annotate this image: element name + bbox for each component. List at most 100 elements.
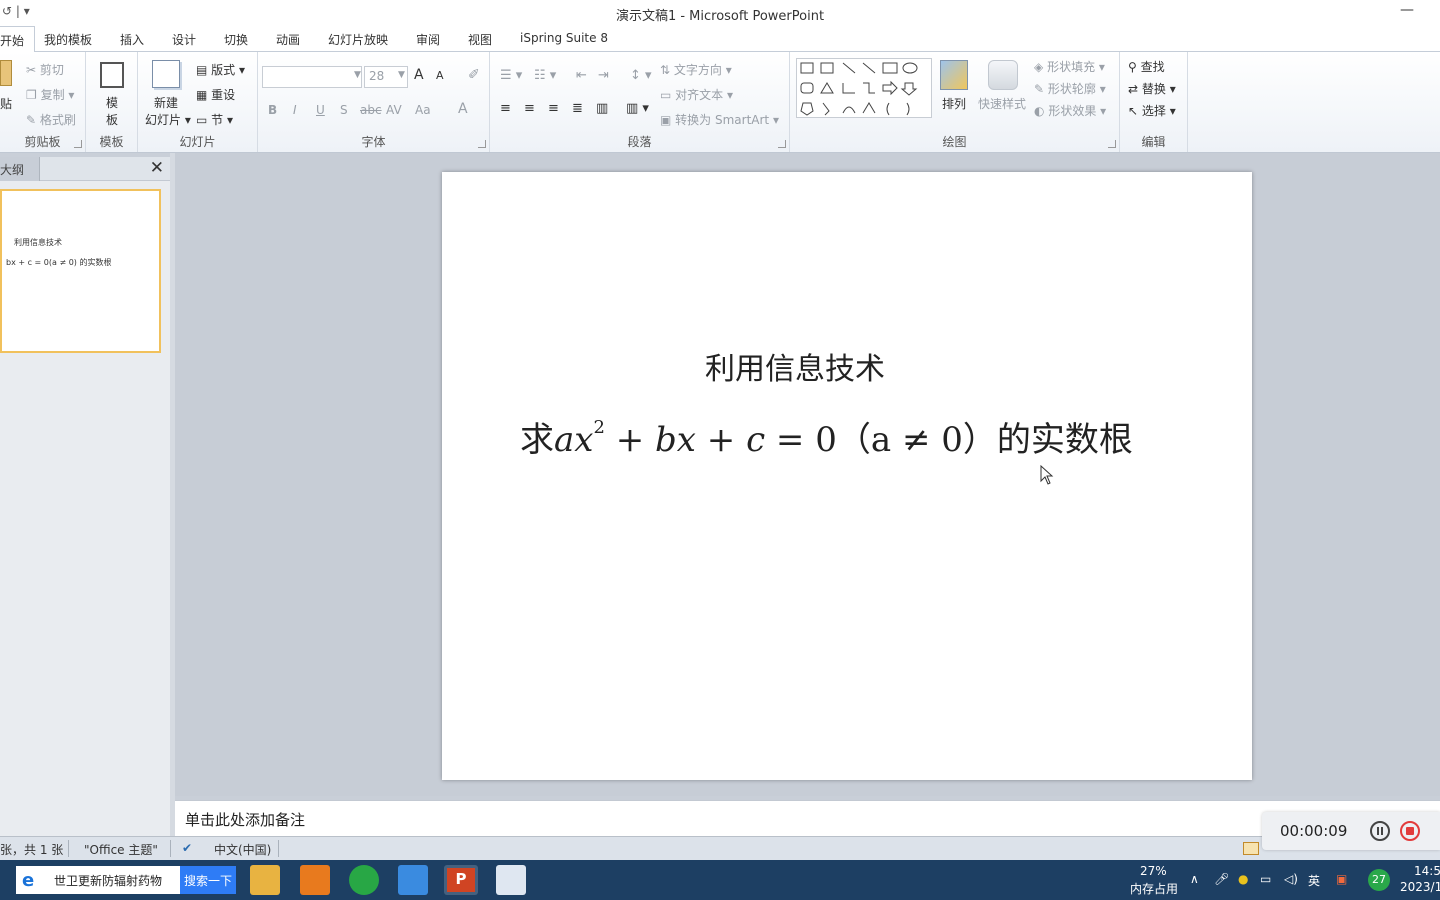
browser-icon[interactable] — [349, 865, 379, 895]
bullets-icon[interactable]: ☰ ▾ — [500, 68, 522, 83]
security-icon[interactable]: ● — [1238, 872, 1248, 886]
group-paragraph: ☰ ▾ ☷ ▾ ⇤ ⇥ ↕ ▾ ⇅ 文字方向 ▾ ▭ 对齐文本 ▾ ▣ 转换为 … — [490, 52, 790, 152]
group-label: 幻灯片 — [179, 135, 216, 149]
brush-icon: ✎ — [26, 113, 37, 127]
shrink-font-button[interactable]: A — [436, 69, 444, 82]
document-icon[interactable] — [496, 865, 526, 895]
reset-button[interactable]: ▦ 重设 — [196, 86, 235, 103]
clipboard-launcher[interactable] — [74, 140, 82, 148]
chevron-up-icon[interactable]: ∧ — [1190, 872, 1199, 886]
stop-record-icon[interactable] — [1400, 821, 1420, 841]
volume-icon[interactable]: ◁) — [1284, 872, 1298, 886]
replace-button[interactable]: ⇄ 替换 ▾ — [1128, 80, 1176, 97]
app-store-icon[interactable] — [300, 865, 330, 895]
microphone-icon[interactable]: 🎤︎ — [1214, 872, 1229, 886]
align-text-button[interactable]: ▭ 对齐文本 ▾ — [660, 86, 733, 103]
shadow-button[interactable]: S — [340, 103, 348, 117]
font-size-value: 28 — [369, 69, 385, 83]
shape-fill-button[interactable]: ◈ 形状填充 ▾ — [1034, 58, 1105, 75]
copy-button[interactable]: ❐ 复制 ▾ — [26, 86, 74, 103]
numbering-icon[interactable]: ☷ ▾ — [534, 68, 556, 83]
distributed-icon[interactable]: ▥ — [596, 101, 608, 116]
tab-design[interactable]: 设计 — [172, 31, 196, 48]
normal-view-icon[interactable] — [1243, 842, 1259, 855]
notes-pane[interactable]: 单击此处添加备注 — [175, 800, 1440, 836]
justify-icon[interactable]: ≣ — [572, 101, 583, 116]
quick-styles-button[interactable]: 快速样式 — [978, 95, 1026, 112]
grow-font-button[interactable]: A — [414, 67, 424, 83]
network-icon[interactable]: ▭ — [1260, 872, 1271, 886]
drawing-launcher[interactable] — [1108, 140, 1116, 148]
close-icon[interactable]: ✕ — [150, 158, 164, 178]
theme-name[interactable]: "Office 主题" — [84, 841, 158, 858]
smartart-button[interactable]: ▣ 转换为 SmartArt ▾ — [660, 111, 779, 128]
search-input[interactable]: 世卫更新防辐射药物 — [54, 872, 162, 889]
font-name-select[interactable] — [262, 66, 362, 88]
scissors-icon: ✂ — [26, 63, 37, 77]
bold-button[interactable]: B — [268, 103, 277, 117]
cloud-drive-icon[interactable] — [398, 865, 428, 895]
change-case-button[interactable]: Aa — [415, 103, 431, 117]
align-center-icon[interactable]: ≡ — [524, 101, 535, 116]
new-slide-dropdown[interactable]: 幻灯片 ▾ — [145, 111, 191, 128]
slide-equation[interactable]: 求ax2 + bx + c = 0（a ≠ 0）的实数根 — [520, 412, 1133, 461]
app-tray-icon[interactable]: ▣ — [1336, 872, 1347, 886]
line-spacing-icon[interactable]: ↕ ▾ — [630, 68, 652, 83]
font-launcher[interactable] — [478, 140, 486, 148]
ime-indicator[interactable]: 英 — [1308, 872, 1320, 889]
decrease-indent-icon[interactable]: ⇤ — [576, 68, 587, 83]
search-box[interactable]: e 世卫更新防辐射药物 搜索一下 — [16, 866, 236, 894]
underline-button[interactable]: U — [316, 103, 325, 117]
shape-effects-button[interactable]: ◐ 形状效果 ▾ — [1034, 102, 1106, 119]
powerpoint-taskbar-button[interactable]: P — [444, 865, 478, 895]
thumb-equation: bx + c = 0(a ≠ 0) 的实数根 — [6, 258, 112, 267]
tab-insert[interactable]: 插入 — [120, 31, 144, 48]
group-slides: 新建 幻灯片 ▾ ▤ 版式 ▾ ▦ 重设 ▭ 节 ▾ 幻灯片 — [138, 52, 258, 152]
spacing-button[interactable]: AV — [386, 103, 402, 117]
tab-ispring[interactable]: iSpring Suite 8 — [520, 31, 608, 45]
pause-icon[interactable] — [1370, 821, 1390, 841]
strike-button[interactable]: abc — [360, 103, 382, 117]
increase-indent-icon[interactable]: ⇥ — [598, 68, 609, 83]
arrange-button[interactable]: 排列 — [942, 95, 966, 112]
columns-icon[interactable]: ▥ ▾ — [626, 101, 649, 116]
section-button[interactable]: ▭ 节 ▾ — [196, 111, 233, 128]
notification-badge[interactable]: 27 — [1368, 869, 1390, 891]
tab-transitions[interactable]: 切换 — [224, 31, 248, 48]
align-right-icon[interactable]: ≡ — [548, 101, 559, 116]
file-explorer-icon[interactable] — [250, 865, 280, 895]
clock-time[interactable]: 14:5 — [1414, 864, 1440, 878]
slide-title[interactable]: 利用信息技术 — [442, 344, 1148, 388]
tab-outline[interactable]: 大纲 — [0, 157, 40, 181]
spellcheck-icon[interactable]: ✔ — [182, 841, 192, 855]
paste-button[interactable]: 贴 — [0, 95, 12, 112]
clock-date[interactable]: 2023/1 — [1400, 880, 1440, 894]
tab-my-templates[interactable]: 我的模板 — [44, 31, 92, 48]
align-left-icon[interactable]: ≡ — [500, 101, 511, 116]
tab-view[interactable]: 视图 — [468, 31, 492, 48]
slide-thumbnail[interactable]: 利用信息技术 bx + c = 0(a ≠ 0) 的实数根 — [0, 189, 161, 353]
font-color-button[interactable]: A — [458, 101, 468, 117]
clear-format-icon[interactable]: ✐ — [468, 67, 480, 83]
paragraph-launcher[interactable] — [778, 140, 786, 148]
shapes-gallery[interactable] — [796, 58, 932, 118]
cut-button[interactable]: ✂ 剪切 — [26, 61, 64, 78]
search-button[interactable]: 搜索一下 — [180, 866, 236, 894]
italic-button[interactable]: I — [293, 103, 297, 117]
select-button[interactable]: ↖ 选择 ▾ — [1128, 102, 1176, 119]
group-font: ▼ 28 ▼ A A ✐ B I U S abc AV Aa A 字体 — [258, 52, 490, 152]
shape-outline-button[interactable]: ✎ 形状轮廓 ▾ — [1034, 80, 1106, 97]
tab-slideshow[interactable]: 幻灯片放映 — [328, 31, 388, 48]
minimize-button[interactable]: — — [1400, 2, 1414, 18]
new-slide-button[interactable]: 新建 — [154, 94, 178, 111]
tab-home[interactable]: 开始 — [0, 26, 36, 53]
tab-animations[interactable]: 动画 — [276, 31, 300, 48]
slide-canvas[interactable]: 利用信息技术 求ax2 + bx + c = 0（a ≠ 0）的实数根 — [442, 172, 1252, 780]
layout-button[interactable]: ▤ 版式 ▾ — [196, 61, 245, 78]
format-painter-button[interactable]: ✎ 格式刷 — [26, 111, 76, 128]
find-button[interactable]: ⚲ 查找 — [1128, 58, 1165, 75]
language-indicator[interactable]: 中文(中国) — [214, 841, 271, 858]
text-direction-button[interactable]: ⇅ 文字方向 ▾ — [660, 61, 732, 78]
tab-review[interactable]: 审阅 — [416, 31, 440, 48]
template-button[interactable]: 模 — [106, 94, 118, 111]
